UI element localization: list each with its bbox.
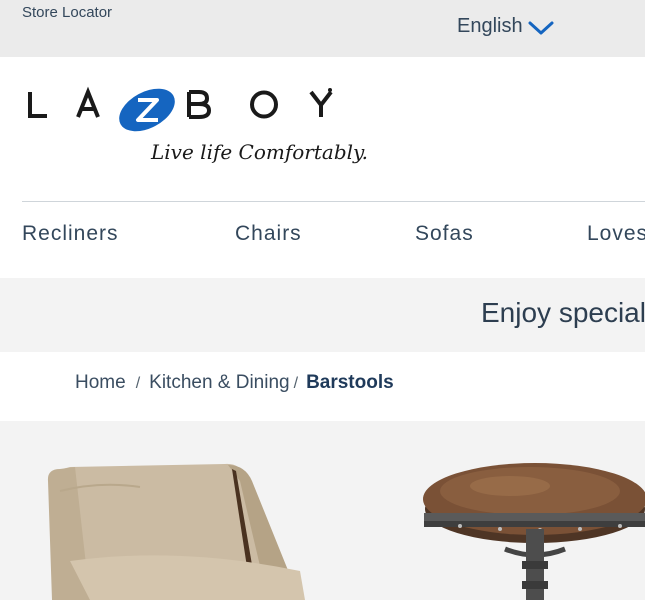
nav-item-recliners[interactable]: Recliners (22, 222, 119, 246)
product-hero-images (0, 421, 645, 600)
leather-swivel-barstool-image (423, 463, 645, 600)
header-divider (22, 201, 645, 202)
breadcrumb-separator: / (135, 375, 141, 392)
language-label: English (457, 15, 523, 37)
store-locator-link[interactable]: Store Locator (22, 4, 112, 21)
breadcrumb: Home / Kitchen & Dining / Barstools (75, 372, 394, 394)
promo-banner[interactable]: Enjoy special (0, 278, 645, 352)
brand-logo[interactable]: Live life Comfortably. (27, 86, 427, 176)
language-selector[interactable]: English (457, 15, 555, 38)
promo-text: Enjoy special (481, 297, 645, 328)
breadcrumb-home[interactable]: Home (75, 372, 126, 394)
barstool-product-images (47, 463, 645, 600)
tagline-text: Live life Comfortably. (150, 140, 368, 164)
nav-item-sofas[interactable]: Sofas (415, 222, 474, 246)
la-z-boy-logo-graphic: Live life Comfortably. (28, 86, 368, 164)
nav-item-chairs[interactable]: Chairs (235, 222, 302, 246)
chevron-down-icon (528, 21, 554, 35)
main-navigation: Recliners Chairs Sofas Loveseats (0, 222, 645, 252)
breadcrumb-current: Barstools (306, 372, 394, 393)
nav-item-loveseats[interactable]: Loveseats (587, 222, 645, 246)
upholstered-barstool-image (47, 463, 305, 600)
breadcrumb-kitchen-dining[interactable]: Kitchen & Dining (149, 372, 289, 394)
top-utility-bar: Store Locator English (0, 0, 645, 57)
breadcrumb-separator: / (293, 375, 299, 392)
